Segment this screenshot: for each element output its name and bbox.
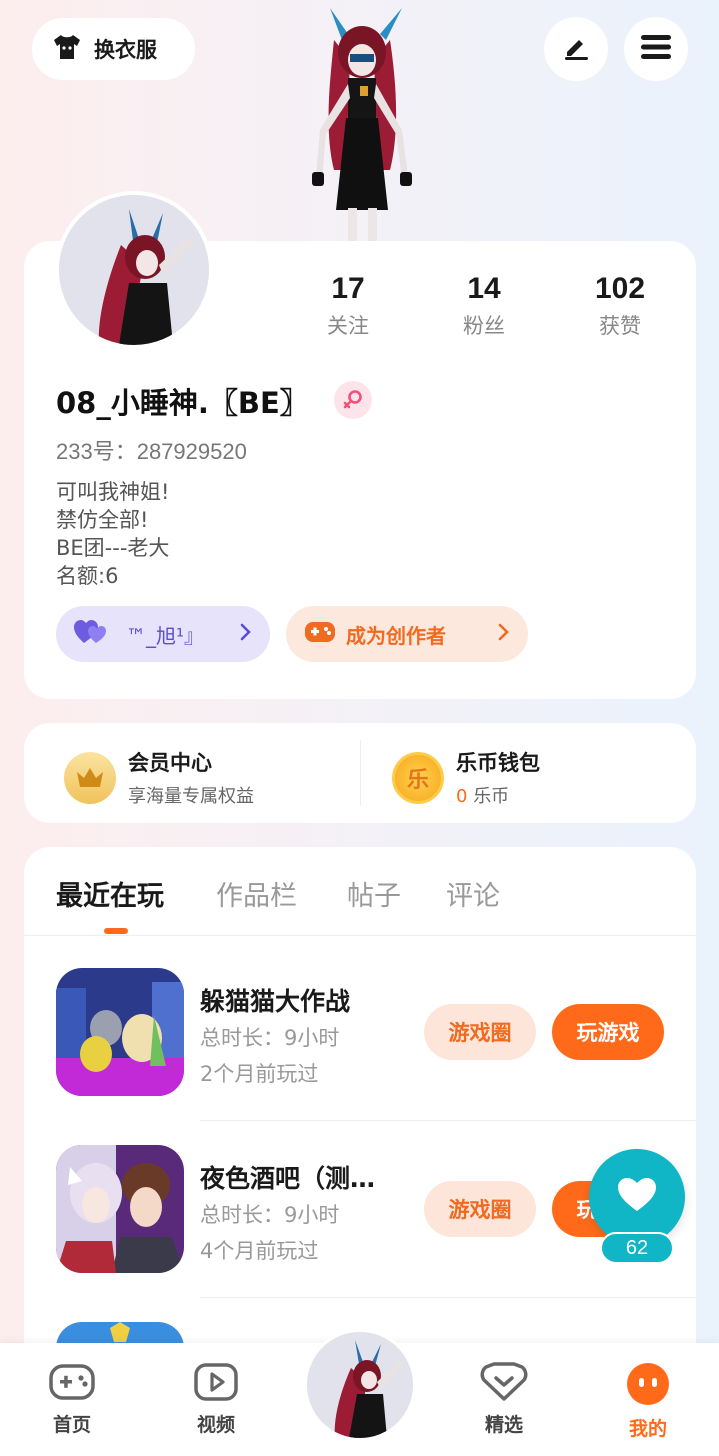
active-tab-indicator	[104, 928, 128, 934]
game-title[interactable]: 躲猫猫大作战	[200, 982, 350, 1018]
nav-home-label: 首页	[52, 1414, 91, 1436]
tab-comments[interactable]: 评论	[446, 874, 500, 913]
nav-featured[interactable]: 精选	[454, 1362, 554, 1437]
game-thumbnail[interactable]	[56, 1145, 184, 1273]
like-count: 62	[600, 1232, 674, 1264]
game-thumbnail[interactable]	[56, 968, 184, 1096]
face-icon	[626, 1363, 670, 1410]
nav-featured-label: 精选	[484, 1414, 523, 1436]
heart-gem-icon	[480, 1362, 528, 1406]
game-circle-button[interactable]: 游戏圈	[424, 1004, 536, 1060]
stat-fans-label: 粉丝	[463, 314, 505, 338]
best-friend-name: ™_旭¹』	[126, 623, 205, 648]
stat-likes[interactable]: 102 获赞	[565, 272, 675, 340]
profile-avatar[interactable]	[55, 191, 213, 349]
vip-center-subtitle: 享海量专属权益	[128, 786, 254, 807]
bio: 可叫我神姐! 禁仿全部! BE团---老大 名额:6	[56, 478, 169, 590]
game-duration: 总时长：9小时	[200, 1203, 340, 1227]
wallet-amount: 0	[456, 786, 468, 807]
coin-icon: 乐	[392, 751, 444, 804]
divider	[24, 935, 696, 936]
game-circle-button[interactable]: 游戏圈	[424, 1181, 536, 1237]
nav-video-label: 视频	[196, 1414, 235, 1436]
nav-me[interactable]: 我的	[598, 1362, 698, 1441]
user-id: 233号：287929520	[56, 439, 247, 464]
game-last-played: 2个月前玩过	[200, 1062, 319, 1086]
bio-line: 可叫我神姐!	[56, 480, 170, 504]
bio-line: BE团---老大	[56, 536, 170, 560]
stat-fans-count: 14	[467, 272, 501, 305]
change-outfit-button[interactable]: 换衣服	[32, 18, 195, 80]
like-button[interactable]	[589, 1149, 685, 1245]
tab-works[interactable]: 作品栏	[216, 874, 297, 913]
stat-likes-label: 获赞	[599, 314, 641, 338]
nav-avatar[interactable]	[304, 1329, 416, 1441]
bio-line: 名额:6	[56, 564, 119, 588]
wallet-title: 乐币钱包	[456, 751, 540, 775]
game-title[interactable]: 夜色酒吧（测…	[200, 1159, 375, 1195]
change-outfit-label: 换衣服	[94, 38, 157, 62]
vip-center-title: 会员中心	[128, 751, 212, 775]
gamepad-icon	[48, 1364, 96, 1406]
pencil-icon	[561, 32, 591, 66]
nav-home[interactable]: 首页	[22, 1362, 122, 1437]
crown-icon	[64, 751, 116, 804]
play-game-button[interactable]: 玩游戏	[552, 1004, 664, 1060]
bio-line: 禁仿全部!	[56, 508, 149, 532]
edit-button[interactable]	[544, 17, 608, 81]
video-play-icon	[193, 1363, 239, 1406]
nav-me-label: 我的	[628, 1418, 667, 1440]
tab-recently-played[interactable]: 最近在玩	[56, 874, 164, 913]
stat-following-count: 17	[331, 272, 365, 305]
divider	[360, 740, 361, 806]
stat-likes-count: 102	[594, 272, 646, 305]
tshirt-icon	[52, 33, 82, 66]
wallet-balance: 0 乐币	[456, 782, 540, 808]
game-last-played: 4个月前玩过	[200, 1239, 319, 1263]
divider	[200, 1120, 696, 1121]
tab-posts[interactable]: 帖子	[347, 874, 401, 913]
vip-center-entry[interactable]: 会员中心 享海量专属权益	[64, 747, 254, 808]
become-creator-button[interactable]: 成为创作者	[286, 606, 528, 662]
divider	[200, 1297, 696, 1298]
stat-fans[interactable]: 14 粉丝	[429, 272, 539, 340]
female-gender-icon	[334, 381, 372, 419]
coin-icon-char: 乐	[406, 767, 429, 793]
gamepad-icon	[304, 619, 336, 650]
double-heart-icon	[74, 619, 110, 650]
heart-icon	[617, 1177, 657, 1217]
avatar-figure[interactable]	[290, 0, 430, 245]
wallet-unit: 乐币	[473, 786, 510, 807]
username: 08_小睡神.〖BE〗	[56, 386, 309, 420]
chevron-right-icon	[498, 622, 510, 646]
game-duration: 总时长：9小时	[200, 1026, 340, 1050]
menu-button[interactable]	[624, 17, 688, 81]
stat-following-label: 关注	[327, 314, 369, 338]
menu-icon	[640, 33, 672, 65]
become-creator-label: 成为创作者	[346, 623, 446, 648]
nav-video[interactable]: 视频	[166, 1362, 266, 1437]
stat-following[interactable]: 17 关注	[293, 272, 403, 340]
wallet-entry[interactable]: 乐 乐币钱包 0 乐币	[392, 747, 540, 808]
chevron-right-icon	[240, 622, 252, 646]
best-friend-pill[interactable]: ™_旭¹』	[56, 606, 270, 662]
